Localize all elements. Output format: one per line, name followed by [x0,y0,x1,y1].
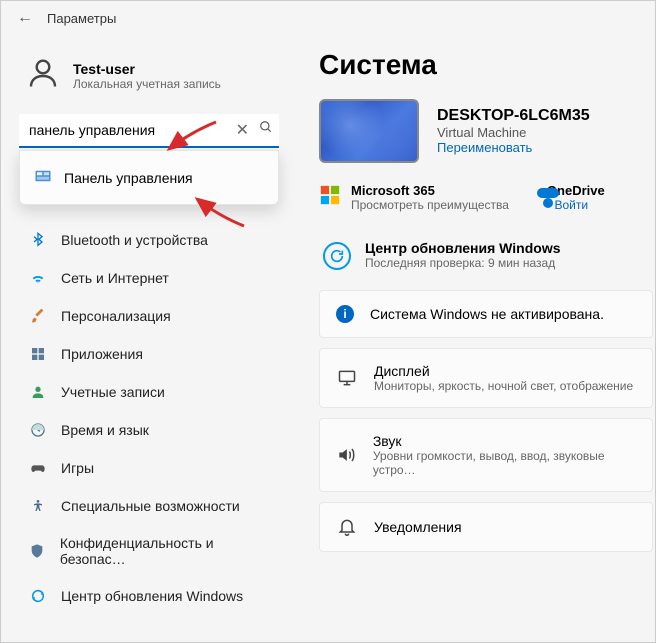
page-title: Система [319,49,653,81]
bluetooth-icon [29,231,47,249]
sidebar-item-time[interactable]: Время и язык [19,411,279,449]
bell-icon [336,517,358,537]
shield-icon [29,542,46,560]
search-dropdown: Панель управления [19,150,279,205]
apps-icon [29,345,47,363]
sound-card[interactable]: Звук Уровни громкости, вывод, ввод, звук… [319,418,653,492]
sidebar-item-network[interactable]: Сеть и Интернет [19,259,279,297]
sidebar-item-accessibility[interactable]: Специальные возможности [19,487,279,525]
activation-card[interactable]: i Система Windows не активирована. [319,290,653,338]
sidebar-item-accounts[interactable]: Учетные записи [19,373,279,411]
search-result-control-panel[interactable]: Панель управления [24,157,274,198]
notifications-card[interactable]: Уведомления [319,502,653,552]
wifi-icon [29,269,47,287]
microsoft-365-icon [319,184,341,211]
onedrive-signin-link[interactable]: Войти [547,198,605,212]
accessibility-icon [29,497,47,515]
sidebar-item-update[interactable]: Центр обновления Windows [19,577,279,615]
sidebar-item-bluetooth[interactable]: Bluetooth и устройства [19,221,279,259]
rename-link[interactable]: Переименовать [437,140,590,155]
update-icon [29,587,47,605]
brush-icon [29,307,47,325]
info-icon: i [336,305,354,323]
accounts-icon [29,383,47,401]
games-icon [29,459,47,477]
display-icon [336,368,358,388]
microsoft-365-block[interactable]: Microsoft 365 Просмотреть преимущества [319,183,509,212]
device-type: Virtual Machine [437,125,590,140]
avatar-icon [25,55,61,96]
windows-update-block[interactable]: Центр обновления Windows Последняя прове… [319,238,653,272]
user-name: Test-user [73,61,221,77]
sidebar-item-games[interactable]: Игры [19,449,279,487]
sidebar-item-privacy[interactable]: Конфиденциальность и безопас… [19,525,279,577]
user-subtitle: Локальная учетная запись [73,77,221,91]
onedrive-block[interactable]: OneDrive Войти [537,183,605,212]
window-title: Параметры [47,11,116,26]
sidebar-item-personalization[interactable]: Персонализация [19,297,279,335]
user-profile[interactable]: Test-user Локальная учетная запись [19,45,279,114]
device-name: DESKTOP-6LC6M35 [437,107,590,125]
clock-icon [29,421,47,439]
search-result-label: Панель управления [64,170,193,186]
search-icon[interactable] [259,120,273,140]
sidebar-item-apps[interactable]: Приложения [19,335,279,373]
sound-icon [336,445,357,465]
update-circle-icon [323,242,351,270]
device-thumbnail [319,99,419,163]
display-card[interactable]: Дисплей Мониторы, яркость, ночной свет, … [319,348,653,408]
back-button[interactable]: ← [17,9,33,27]
control-panel-icon [34,167,52,188]
clear-icon[interactable]: ✕ [236,120,249,140]
